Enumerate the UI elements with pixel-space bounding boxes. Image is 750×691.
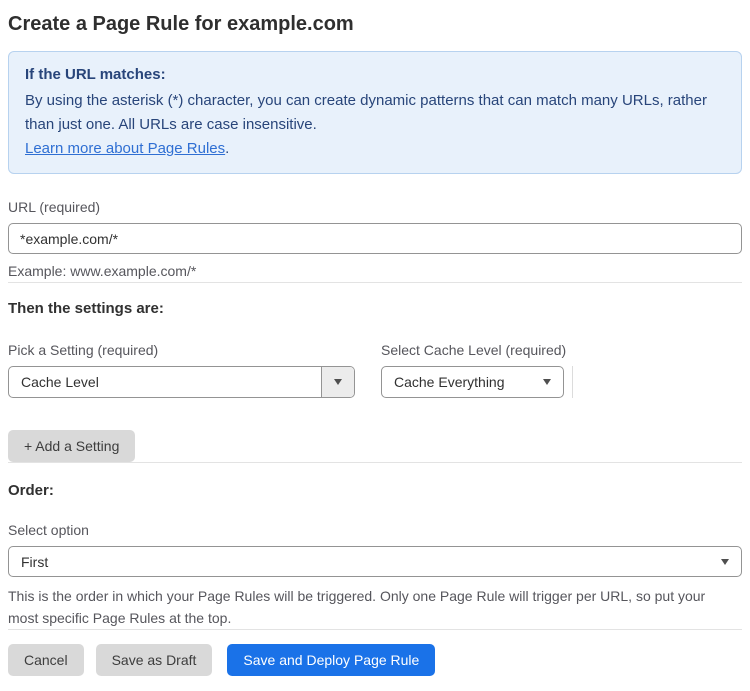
info-link-suffix: . bbox=[225, 140, 230, 157]
cache-level-value: Cache Everything bbox=[394, 374, 505, 390]
add-setting-row: + Add a Setting bbox=[8, 430, 742, 462]
pick-setting-column: Pick a Setting (required) Cache Level bbox=[8, 342, 355, 398]
settings-section-heading: Then the settings are: bbox=[8, 300, 164, 317]
order-select-value: First bbox=[21, 553, 49, 570]
cache-level-label: Select Cache Level (required) bbox=[381, 342, 567, 358]
pick-setting-select[interactable]: Cache Level bbox=[8, 366, 355, 398]
divider bbox=[8, 629, 742, 630]
caret-down-icon bbox=[334, 379, 342, 385]
info-box-body: By using the asterisk (*) character, you… bbox=[25, 92, 707, 133]
order-helper-text: This is the order in which your Page Rul… bbox=[8, 588, 706, 626]
url-field-label: URL (required) bbox=[8, 199, 101, 215]
order-select-label: Select option bbox=[8, 522, 89, 538]
save-and-deploy-button[interactable]: Save and Deploy Page Rule bbox=[227, 644, 436, 676]
url-input[interactable] bbox=[8, 223, 742, 254]
order-select[interactable]: First bbox=[8, 546, 742, 577]
form-actions: Cancel Save as Draft Save and Deploy Pag… bbox=[8, 644, 742, 676]
url-match-info-box: If the URL matches: By using the asteris… bbox=[8, 51, 742, 174]
cache-level-column: Select Cache Level (required) Cache Ever… bbox=[381, 342, 573, 398]
info-box-heading: If the URL matches: bbox=[25, 66, 166, 83]
page-title: Create a Page Rule for example.com bbox=[8, 13, 354, 35]
order-section-heading: Order: bbox=[8, 482, 54, 499]
caret-down-icon bbox=[543, 379, 551, 385]
pick-setting-value: Cache Level bbox=[21, 374, 99, 390]
caret-down-icon bbox=[721, 558, 729, 565]
url-example-helper: Example: www.example.com/* bbox=[8, 263, 197, 279]
pick-setting-label: Pick a Setting (required) bbox=[8, 342, 159, 358]
select-arrow-button[interactable] bbox=[321, 367, 354, 397]
save-as-draft-button[interactable]: Save as Draft bbox=[95, 644, 213, 676]
divider bbox=[8, 282, 742, 283]
setting-divider-line bbox=[572, 366, 573, 398]
create-page-rule-form: Create a Page Rule for example.com If th… bbox=[0, 0, 750, 676]
add-setting-button[interactable]: + Add a Setting bbox=[8, 430, 136, 462]
learn-more-link[interactable]: Learn more about Page Rules bbox=[25, 140, 225, 157]
divider bbox=[8, 462, 742, 463]
cancel-button[interactable]: Cancel bbox=[8, 644, 84, 676]
cache-level-select-wrap: Cache Everything bbox=[381, 366, 573, 398]
cache-level-select[interactable]: Cache Everything bbox=[381, 366, 564, 398]
settings-row: Pick a Setting (required) Cache Level Se… bbox=[8, 342, 742, 398]
info-link-line: Learn more about Page Rules. bbox=[25, 137, 725, 161]
